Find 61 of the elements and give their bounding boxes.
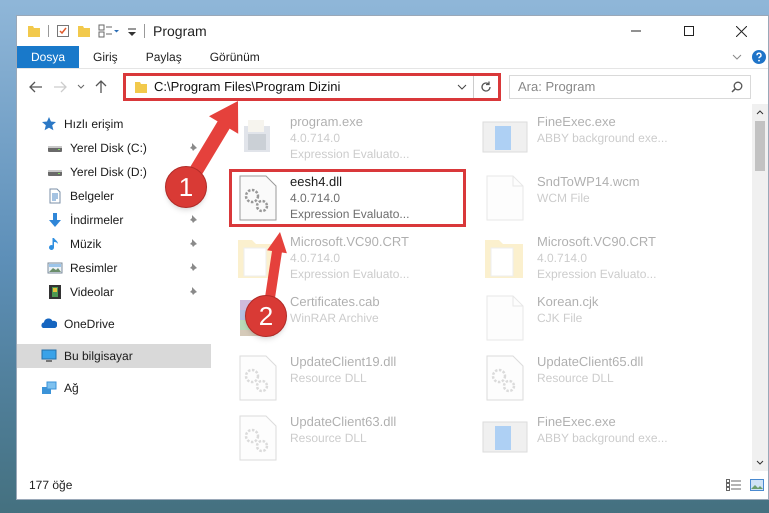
network-icon: [41, 380, 57, 396]
nav-item[interactable]: Ağ: [17, 376, 85, 400]
scroll-up-icon[interactable]: [756, 109, 764, 115]
details-view-icon[interactable]: [726, 479, 742, 491]
file-detail: 4.0.714.0: [290, 190, 342, 206]
large-icons-view-icon[interactable]: [750, 479, 764, 491]
folder-icon: [134, 80, 148, 94]
help-icon[interactable]: [752, 50, 766, 64]
nav-item[interactable]: Videolar: [17, 280, 120, 304]
file-name: Microsoft.VC90.CRT: [537, 234, 656, 250]
window-title: Program: [153, 22, 207, 41]
search-icon: [731, 80, 743, 92]
ribbon-tab[interactable]: Paylaş: [132, 46, 196, 68]
document-icon: [47, 188, 63, 204]
chevron-down-icon[interactable]: [457, 84, 467, 90]
nav-item[interactable]: Müzik: [17, 232, 108, 256]
monitor-icon: [41, 348, 57, 364]
file-name: UpdateClient63.dll: [290, 414, 396, 430]
scrollbar-thumb[interactable]: [755, 121, 765, 171]
folder-path: C:\Program Files\Program Dizini: [154, 78, 342, 96]
nav-item[interactable]: Belgeler: [17, 184, 120, 208]
search-field[interactable]: Ara: Program: [509, 74, 751, 98]
pointer-arrow: [265, 232, 287, 298]
file-name: Korean.cjk: [537, 294, 598, 310]
maximize-icon: [684, 26, 694, 36]
close-icon: [736, 26, 747, 36]
up-arrow-icon[interactable]: [95, 80, 107, 94]
properties-icon[interactable]: [56, 24, 70, 38]
nav-item[interactable]: İndirmeler: [17, 208, 130, 232]
nav-item[interactable]: Resimler: [17, 256, 124, 280]
file-name: FineExec.exe: [537, 114, 617, 130]
scrollbar[interactable]: [752, 104, 768, 471]
ribbon-tab[interactable]: Giriş: [79, 46, 132, 68]
file-name: Certificates.cab: [290, 294, 380, 310]
nav-item[interactable]: Bu bilgisayar: [17, 344, 211, 368]
down-arrow-icon: [47, 212, 63, 228]
file-name: UpdateClient65.dll: [537, 354, 644, 370]
back-arrow-icon[interactable]: [29, 80, 43, 92]
star-icon: [41, 116, 57, 132]
ribbon-tab[interactable]: Dosya: [17, 46, 80, 68]
film-icon: [47, 284, 63, 300]
nav-item[interactable]: Yerel Disk (D:): [17, 160, 153, 184]
view-options-icon[interactable]: [98, 24, 120, 38]
file-name: program.exe: [290, 114, 364, 130]
address-bar[interactable]: C:\Program Files\Program Dizini: [123, 72, 501, 100]
nav-item[interactable]: OneDrive: [17, 312, 121, 336]
refresh-icon[interactable]: [480, 80, 492, 92]
chevron-down-icon[interactable]: [77, 84, 85, 90]
file-name: UpdateClient19.dll: [290, 354, 396, 370]
nav-item[interactable]: Hızlı erişim: [17, 112, 130, 136]
file-detail: Expression Evaluato...: [290, 206, 410, 222]
file-item[interactable]: eesh4.dll 4.0.714.0 Expression Evaluato...: [229, 169, 466, 227]
file-name: SndToWP14.wcm: [537, 174, 640, 190]
file-name: Microsoft.VC90.CRT: [290, 234, 410, 250]
nav-item[interactable]: Yerel Disk (C:): [17, 136, 153, 160]
picture-icon: [47, 260, 63, 276]
ribbon-tab[interactable]: Görünüm: [196, 46, 274, 68]
file-name: eesh4.dll: [290, 174, 344, 190]
scroll-down-icon[interactable]: [756, 460, 764, 466]
item-count: 177 öğe: [29, 477, 72, 494]
file-name: FineExec.exe: [537, 414, 617, 430]
